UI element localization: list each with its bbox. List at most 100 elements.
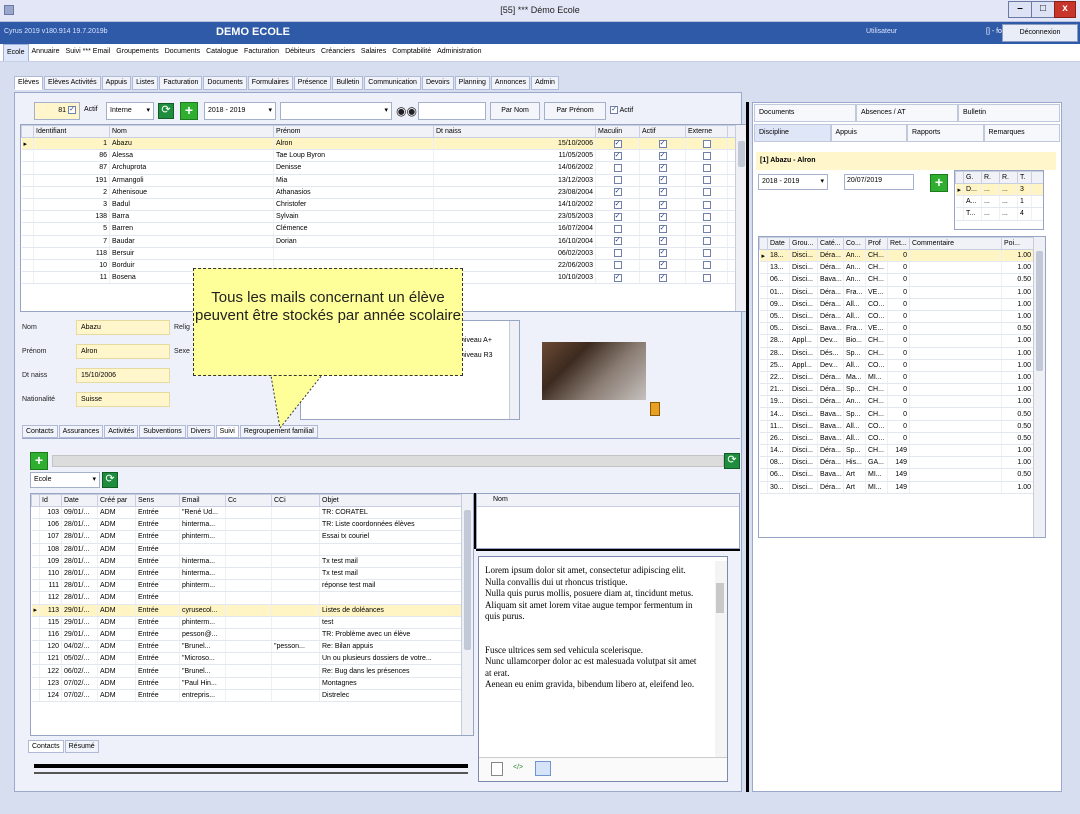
- column-header[interactable]: Prénom: [273, 125, 434, 138]
- detail-tab-subventions[interactable]: Subventions: [139, 425, 186, 438]
- row-selector[interactable]: [759, 347, 768, 360]
- level-item[interactable]: niveau A+: [461, 337, 492, 344]
- menu-item-annuaire[interactable]: Annuaire: [29, 44, 63, 61]
- row-selector[interactable]: [31, 628, 40, 642]
- row-selector[interactable]: [21, 222, 34, 236]
- column-header[interactable]: R.: [981, 171, 1000, 184]
- table-row[interactable]: 08... Disci... Déra... His... GA... 149 1.00: [759, 456, 1045, 470]
- row-selector[interactable]: ▸: [955, 183, 964, 197]
- preview-scrollbar[interactable]: [715, 561, 727, 757]
- menu-item-facturation[interactable]: Facturation: [241, 44, 282, 61]
- table-row[interactable]: 14... Disci... Déra... Sp... CH... 149 1.00: [759, 444, 1045, 458]
- checkbox[interactable]: [702, 273, 711, 282]
- right-tab-bulletin[interactable]: Bulletin: [958, 104, 1060, 122]
- row-selector[interactable]: [31, 677, 40, 690]
- checked-checkbox[interactable]: ✓: [613, 200, 622, 209]
- tab-planning[interactable]: Planning: [454, 76, 490, 90]
- row-selector[interactable]: [31, 640, 40, 654]
- checked-checkbox[interactable]: ✓: [658, 261, 667, 270]
- checkbox[interactable]: [613, 249, 622, 258]
- row-selector[interactable]: [21, 210, 34, 224]
- table-row[interactable]: 191 Armangoli Mia 13/12/2003 ✓: [21, 174, 747, 187]
- column-header[interactable]: G.: [963, 171, 982, 184]
- row-selector[interactable]: [759, 286, 768, 299]
- column-header[interactable]: Co...: [843, 237, 866, 250]
- checked-checkbox[interactable]: ✓: [658, 224, 667, 233]
- search-input[interactable]: [418, 102, 486, 120]
- column-header[interactable]: T.: [1017, 171, 1032, 184]
- discipline-year-select[interactable]: 2018 - 2019 ▾: [758, 174, 828, 190]
- table-row[interactable]: 21... Disci... Déra... Sp... CH... 0 1.00: [759, 383, 1045, 397]
- checkbox[interactable]: [702, 200, 711, 209]
- table-row[interactable]: ▸ 1 Abazu Alron 15/10/2006 ✓ ✓: [21, 137, 747, 151]
- row-selector[interactable]: [759, 468, 768, 482]
- table-row[interactable]: 05... Disci... Déra... All... CO... 0 1.00: [759, 310, 1045, 324]
- checkbox[interactable]: [702, 139, 711, 148]
- table-row[interactable]: 109 28/01/... ADM Entrée hinterma... Tx test …: [31, 555, 473, 568]
- level-item[interactable]: niveau R3: [461, 352, 493, 359]
- add-discipline-button[interactable]: +: [930, 174, 948, 192]
- design-view-icon[interactable]: [535, 761, 551, 776]
- row-selector[interactable]: [21, 235, 34, 248]
- tab-appuis[interactable]: Appuis: [101, 76, 132, 90]
- column-header[interactable]: Commentaire: [909, 237, 1002, 250]
- detail-tab-divers[interactable]: Divers: [186, 425, 215, 438]
- menu-item-documents[interactable]: Documents: [162, 44, 203, 61]
- table-row[interactable]: 13... Disci... Déra... An... CH... 0 1.00: [759, 261, 1045, 275]
- row-selector[interactable]: [759, 407, 768, 421]
- table-row[interactable]: 7 Baudar Dorian 16/10/2004 ✓ ✓: [21, 235, 747, 248]
- column-header[interactable]: Dt naiss: [433, 125, 596, 138]
- actif-filter[interactable]: ✓ Actif: [610, 106, 633, 114]
- tab-devoirs[interactable]: Devoirs: [421, 76, 454, 90]
- checked-checkbox[interactable]: ✓: [613, 188, 622, 197]
- row-selector[interactable]: [759, 334, 768, 348]
- menu-item-salaires[interactable]: Salaires: [358, 44, 389, 61]
- checkbox[interactable]: [702, 188, 711, 197]
- row-selector[interactable]: [31, 652, 40, 666]
- mail-preview[interactable]: Lorem ipsum dolor sit amet, consectetur …: [478, 556, 728, 782]
- checkbox[interactable]: [613, 224, 622, 233]
- table-row[interactable]: 26... Disci... Bava... All... CO... 0 0.50: [759, 432, 1045, 446]
- row-selector[interactable]: ▸: [21, 137, 34, 151]
- row-selector[interactable]: [21, 271, 34, 285]
- checkbox[interactable]: [702, 212, 711, 221]
- column-header[interactable]: Externe: [685, 125, 728, 138]
- row-selector[interactable]: [31, 543, 40, 556]
- tab-communication[interactable]: Communication: [364, 76, 421, 90]
- table-row[interactable]: 05... Disci... Bava... Fra... VE... 0 0.50: [759, 322, 1045, 336]
- row-selector[interactable]: [21, 198, 34, 212]
- column-header[interactable]: Id: [39, 494, 62, 507]
- table-row[interactable]: 121 05/02/... ADM Entrée "Microso... Un ou pl…: [31, 652, 473, 666]
- nom-field[interactable]: Abazu: [76, 320, 170, 335]
- row-selector[interactable]: [759, 322, 768, 336]
- row-selector[interactable]: [759, 371, 768, 385]
- column-header[interactable]: Poi...: [1001, 237, 1034, 250]
- year-select[interactable]: 2018 - 2019 ▾: [204, 102, 276, 120]
- mail-scrollbar[interactable]: [461, 494, 473, 735]
- table-row[interactable]: 112 28/01/... ADM Entrée: [31, 591, 473, 605]
- tab-admin[interactable]: Admin: [531, 76, 559, 90]
- minimize-button[interactable]: –: [1008, 1, 1032, 18]
- close-button[interactable]: x: [1054, 1, 1076, 18]
- column-header[interactable]: Date: [61, 494, 98, 507]
- column-header[interactable]: Actif: [639, 125, 686, 138]
- tab-el-ves[interactable]: Elèves: [14, 76, 44, 90]
- refresh-icon[interactable]: ⟳: [102, 472, 118, 488]
- checkbox[interactable]: [702, 163, 711, 172]
- checkbox[interactable]: [702, 261, 711, 270]
- row-selector[interactable]: [31, 506, 40, 520]
- table-row[interactable]: 110 28/01/... ADM Entrée hinterma... Tx test …: [31, 567, 473, 581]
- row-selector[interactable]: [31, 518, 40, 532]
- row-selector[interactable]: [21, 259, 34, 273]
- row-selector[interactable]: [759, 261, 768, 275]
- table-row[interactable]: 2 Athenisoue Athanasios 23/08/2004 ✓ ✓: [21, 186, 747, 199]
- discipline-scrollbar[interactable]: [1033, 237, 1045, 537]
- row-selector[interactable]: [21, 247, 34, 260]
- table-row[interactable]: 86 Alessa Tae Loup Byron 11/05/2005 ✓ ✓: [21, 149, 747, 163]
- row-selector[interactable]: [21, 174, 34, 187]
- table-row[interactable]: 103 09/01/... ADM Entrée "René Ud... TR: CORA…: [31, 506, 473, 520]
- document-icon[interactable]: [491, 762, 503, 776]
- tab-el-ves-activit-s[interactable]: Elèves Activités: [44, 76, 101, 90]
- row-selector[interactable]: [31, 530, 40, 544]
- detail-tab-activit-s[interactable]: Activités: [104, 425, 139, 438]
